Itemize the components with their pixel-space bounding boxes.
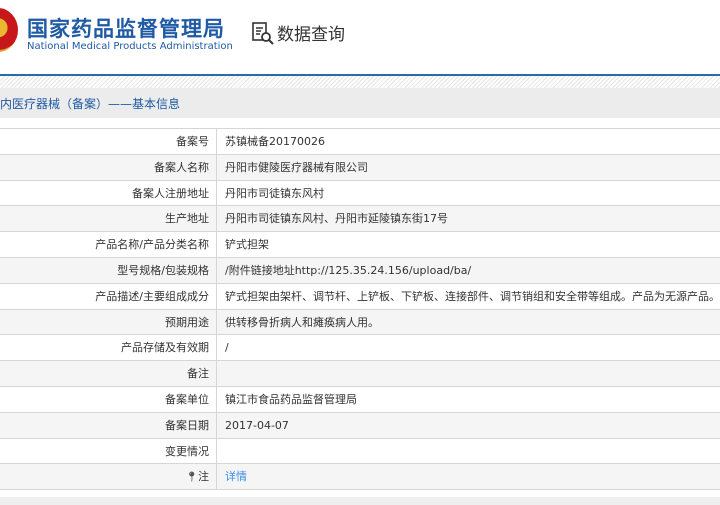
section-title-text: 境内医疗器械（备案）——基本信息: [0, 97, 181, 111]
table-row: 备案人注册地址 丹阳市司徒镇东风村: [0, 180, 720, 207]
row-value: 苏镇械备20170026: [225, 135, 325, 148]
table-row: 备案号 苏镇械备20170026: [0, 129, 720, 155]
row-value: 丹阳市司徒镇东风村: [225, 186, 324, 200]
note-row: 📍︎注 详情: [0, 464, 720, 491]
row-label: 备案人名称: [0, 154, 217, 180]
site-title-cn: 国家药品监督管理局: [27, 17, 225, 41]
document-search-icon: [252, 21, 274, 45]
table-row: 预期用途 供转移骨折病人和瘫痪病人用。: [0, 309, 720, 336]
section-title: 境内医疗器械（备案）——基本信息: [0, 88, 720, 118]
national-emblem-logo: [0, 8, 18, 52]
row-value: 铲式担架由架杆、调节杆、上铲板、下铲板、连接部件、调节销组和安全带等组成。产品为…: [225, 289, 720, 303]
row-label: 备案号: [0, 129, 217, 154]
footer-band: [0, 497, 720, 505]
row-value: /: [225, 341, 229, 355]
table-row: 生产地址 丹阳市司徒镇东风村、丹阳市延陵镇东街17号: [0, 206, 720, 233]
note-label: 注: [198, 470, 209, 484]
row-label: 备案日期: [0, 412, 217, 438]
row-label: 产品描述/主要组成成分: [0, 283, 217, 309]
table-row: 产品描述/主要组成成分 铲式担架由架杆、调节杆、上铲板、下铲板、连接部件、调节销组…: [0, 283, 720, 310]
row-value: 供转移骨折病人和瘫痪病人用。: [225, 315, 379, 329]
row-label: 生产地址: [0, 206, 217, 232]
table-row: 备案人名称 丹阳市健陵医疗器械有限公司: [0, 154, 720, 181]
row-label: 备案人注册地址: [0, 180, 217, 206]
row-value: [217, 439, 225, 464]
row-label: 备案单位: [0, 386, 217, 412]
table-row: 产品存储及有效期 /: [0, 335, 720, 362]
data-query-label: 数据查询: [277, 25, 345, 45]
row-label: 变更情况: [0, 438, 217, 464]
row-label: 备注: [0, 361, 217, 386]
row-label: 预期用途: [0, 309, 217, 335]
table-row: 备案单位 镇江市食品药品监督管理局: [0, 386, 720, 413]
row-value: 丹阳市健陵医疗器械有限公司: [225, 160, 368, 174]
table-row: 产品名称/产品分类名称 铲式担架: [0, 232, 720, 258]
site-title-en: National Medical Products Administration: [27, 41, 233, 52]
row-value: [217, 361, 225, 386]
row-value: /附件链接地址http://125.35.24.156/upload/ba/: [225, 263, 472, 277]
note-label-cell: 📍︎注: [0, 464, 217, 490]
site-header: 国家药品监督管理局 National Medical Products Admi…: [0, 0, 720, 75]
row-value: 2017-04-07: [225, 418, 289, 432]
table-row: 备注: [0, 361, 720, 387]
row-value: 铲式担架: [225, 238, 269, 252]
details-link[interactable]: 详情: [225, 470, 247, 483]
table-row: 变更情况: [0, 438, 720, 465]
row-label: 产品名称/产品分类名称: [0, 232, 217, 257]
table-row: 备案日期 2017-04-07: [0, 412, 720, 439]
data-query-link[interactable]: 数据查询: [251, 20, 345, 45]
row-label: 型号规格/包装规格: [0, 257, 217, 283]
hatch-band: [0, 76, 720, 88]
table-row: 型号规格/包装规格/附件链接地址http://125.35.24.156/upl…: [0, 257, 720, 284]
row-value: 丹阳市司徒镇东风村、丹阳市延陵镇东街17号: [225, 212, 448, 226]
pin-icon: 📍︎: [185, 472, 198, 484]
row-label: 产品存储及有效期: [0, 335, 217, 361]
info-table: 备案号 苏镇械备20170026 备案人名称 丹阳市健陵医疗器械有限公司 备案人注册地址…: [0, 128, 720, 491]
row-value: 镇江市食品药品监督管理局: [225, 392, 357, 406]
